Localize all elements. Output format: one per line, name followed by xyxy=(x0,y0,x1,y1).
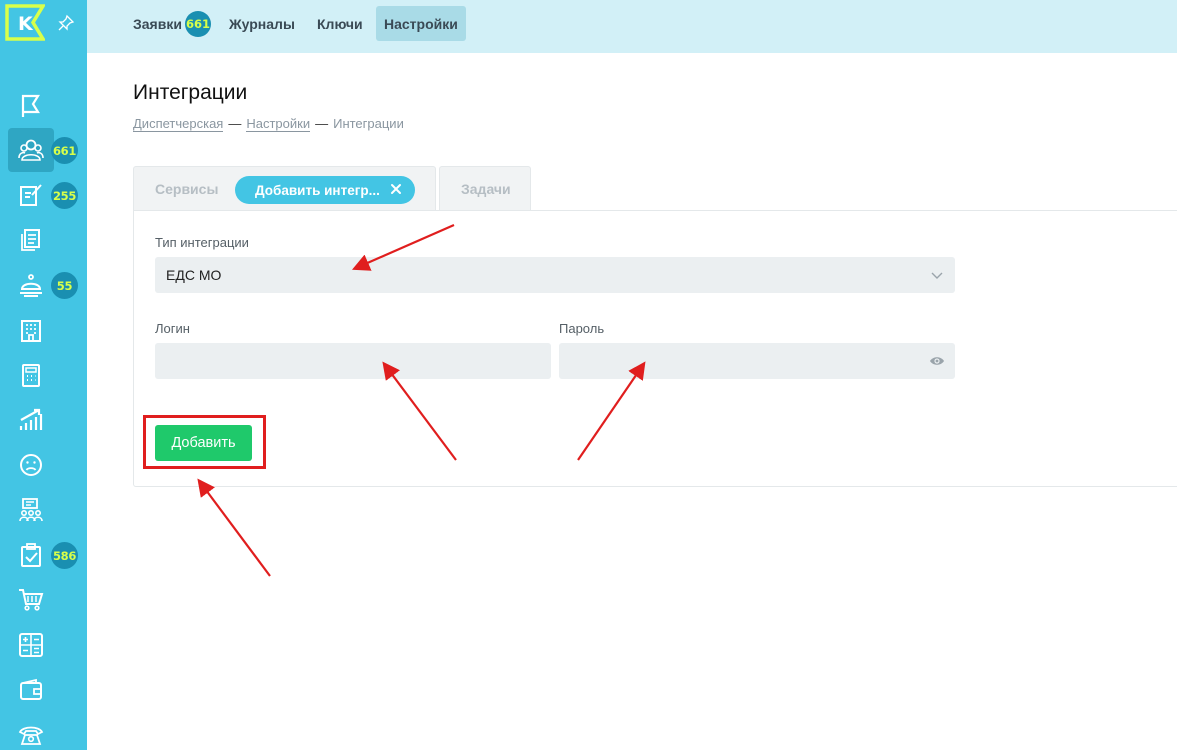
logo-letter: K xyxy=(18,13,34,35)
tab-add-integration-label: Добавить интегр... xyxy=(255,182,380,198)
sidebar-item-shop[interactable] xyxy=(8,578,54,622)
clipboard-check-icon xyxy=(21,543,41,567)
phone-icon xyxy=(18,726,44,745)
arrow-to-add-button xyxy=(197,478,271,577)
chart-growth-icon xyxy=(19,408,43,430)
sidebar-item-calls[interactable] xyxy=(8,713,54,750)
integration-type-value: ЕДС МО xyxy=(166,267,222,283)
breadcrumb-separator: — xyxy=(315,116,329,131)
tab-requests-badge: 661 xyxy=(184,10,211,37)
notes-badge: 255 xyxy=(51,182,78,209)
tab-settings[interactable]: Настройки xyxy=(376,6,466,41)
breadcrumb-current: Интеграции xyxy=(333,116,404,131)
top-navigation: Заявки 661 Журналы Ключи Настройки xyxy=(87,0,1177,53)
sidebar-item-analytics[interactable] xyxy=(8,398,54,442)
users-icon xyxy=(18,139,44,161)
sidebar-item-complaints[interactable] xyxy=(8,443,54,487)
documents-icon xyxy=(21,229,40,251)
breadcrumb: Диспетчерская — Настройки — Интеграции xyxy=(133,116,404,132)
tab-journals[interactable]: Журналы xyxy=(229,6,295,41)
math-calculator-icon xyxy=(19,633,43,657)
presentation-group-icon xyxy=(19,498,43,522)
logo-area: K xyxy=(0,0,87,53)
sidebar-item-documents[interactable] xyxy=(8,218,54,262)
sidebar-item-dashboard[interactable] xyxy=(8,84,54,128)
close-icon[interactable] xyxy=(389,182,403,196)
sidebar-item-payments[interactable] xyxy=(8,668,54,712)
login-field[interactable] xyxy=(155,343,551,379)
tab-requests[interactable]: Заявки 661 xyxy=(133,6,211,41)
sidebar-item-requests[interactable] xyxy=(8,128,54,172)
flag-icon xyxy=(21,94,40,117)
logo-icon[interactable]: K xyxy=(5,4,45,41)
chevron-down-icon xyxy=(931,272,943,279)
sidebar-item-meetings[interactable] xyxy=(8,488,54,532)
integration-type-select[interactable]: ЕДС МО xyxy=(155,257,955,293)
tab-tasks[interactable]: Задачи xyxy=(439,166,531,211)
tab-journals-label: Журналы xyxy=(229,15,295,32)
calculator-icon xyxy=(22,364,40,387)
tab-tasks-label: Задачи xyxy=(461,181,511,197)
tab-keys[interactable]: Ключи xyxy=(317,6,363,41)
tab-services-group: Сервисы Добавить интегр... xyxy=(133,166,436,211)
pin-icon[interactable] xyxy=(57,14,75,32)
sidebar-item-services[interactable] xyxy=(8,263,54,307)
tab-add-integration[interactable]: Добавить интегр... xyxy=(235,176,415,204)
tasks-badge: 586 xyxy=(51,542,78,569)
password-field[interactable] xyxy=(559,343,955,379)
cart-icon xyxy=(19,589,44,611)
tab-services[interactable]: Сервисы xyxy=(155,181,218,197)
building-icon xyxy=(21,320,41,342)
password-label: Пароль xyxy=(559,321,605,336)
annotation-highlight-box xyxy=(143,415,266,469)
integration-type-label: Тип интеграции xyxy=(155,235,249,250)
breadcrumb-settings[interactable]: Настройки xyxy=(246,116,311,132)
page-title: Интеграции xyxy=(133,81,248,104)
sidebar-item-buildings[interactable] xyxy=(8,308,54,352)
sidebar-item-accounting[interactable] xyxy=(8,623,54,667)
breadcrumb-dispatch[interactable]: Диспетчерская xyxy=(133,116,224,132)
sidebar-item-tasks[interactable] xyxy=(8,533,54,577)
sidebar: K 661 255 55 586 xyxy=(0,0,87,750)
requests-badge: 661 xyxy=(51,137,78,164)
tab-keys-label: Ключи xyxy=(317,15,363,32)
sidebar-item-notes[interactable] xyxy=(8,173,54,217)
login-label: Логин xyxy=(155,321,190,336)
tab-requests-label: Заявки xyxy=(133,15,182,32)
eye-icon[interactable] xyxy=(929,354,945,368)
tab-settings-label: Настройки xyxy=(384,15,458,32)
services-badge: 55 xyxy=(51,272,78,299)
sad-face-icon xyxy=(20,454,42,476)
service-bell-icon xyxy=(20,274,42,297)
edit-note-icon xyxy=(20,184,42,206)
sidebar-item-calculator[interactable] xyxy=(8,353,54,397)
breadcrumb-separator: — xyxy=(228,116,242,131)
wallet-icon xyxy=(20,678,42,700)
